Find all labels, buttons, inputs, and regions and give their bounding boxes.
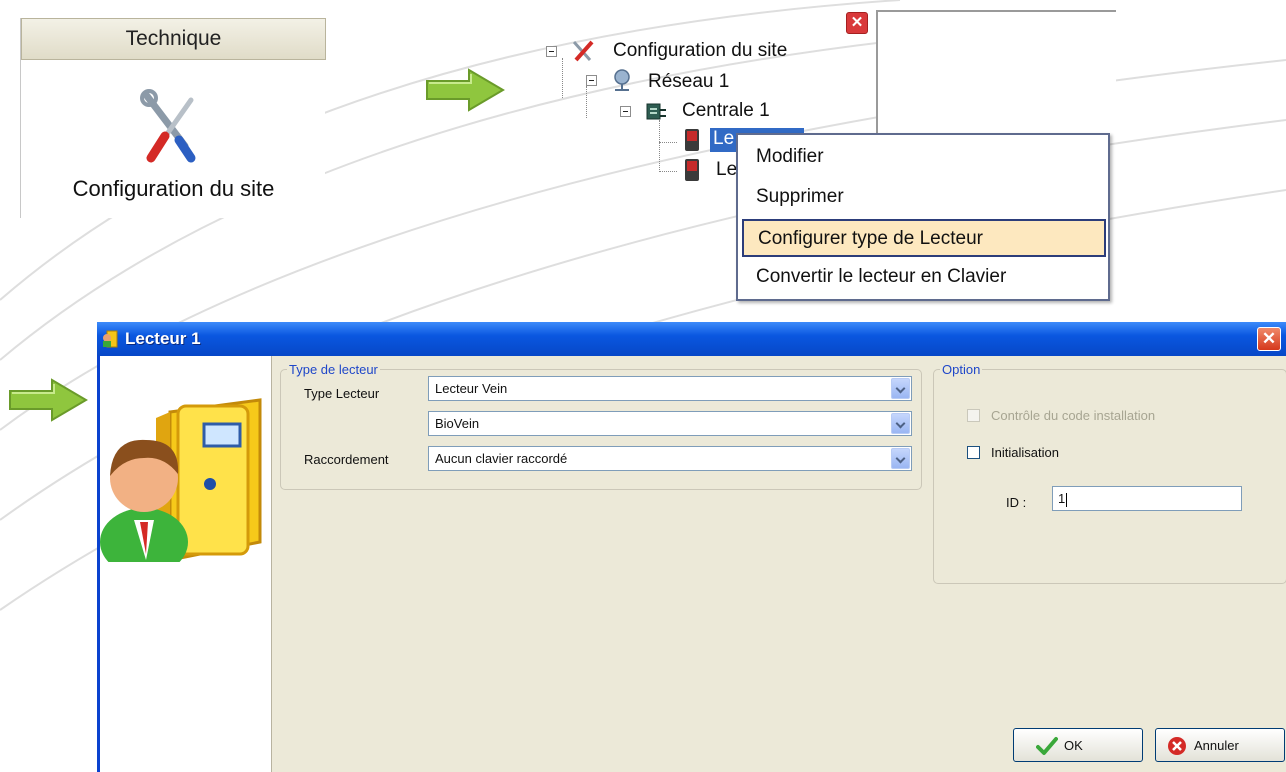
reader-icon	[685, 159, 699, 181]
technique-panel: Technique Configuration du site	[20, 18, 326, 218]
initialisation-label: Initialisation	[991, 445, 1059, 460]
connection-value: Aucun clavier raccordé	[435, 451, 568, 466]
collapse-toggle[interactable]	[546, 46, 557, 57]
network-icon	[614, 69, 630, 91]
dialog-title: Lecteur 1	[125, 329, 201, 348]
dialog-image-strip	[100, 356, 272, 772]
context-menu: Modifier Supprimer Configurer type de Le…	[736, 133, 1110, 301]
connection-select[interactable]: Aucun clavier raccordé	[428, 446, 912, 471]
reader-subtype-select[interactable]: BioVein	[428, 411, 912, 436]
collapse-toggle[interactable]	[586, 75, 597, 86]
reader-type-value: Lecteur Vein	[435, 381, 508, 396]
tree-node-reader[interactable]: Le	[716, 159, 737, 181]
reader-type-select[interactable]: Lecteur Vein	[428, 376, 912, 401]
tools-icon	[572, 40, 594, 62]
menu-item-modify[interactable]: Modifier	[742, 139, 1106, 177]
ok-button[interactable]: OK	[1013, 728, 1143, 762]
arrow-right-icon	[426, 68, 505, 112]
chevron-down-icon[interactable]	[891, 448, 910, 469]
id-input[interactable]: 1	[1052, 486, 1242, 511]
dialog-titlebar[interactable]: Lecteur 1 ✕	[97, 322, 1286, 356]
tree-line	[659, 171, 677, 172]
collapse-toggle[interactable]	[620, 106, 631, 117]
checkmark-icon	[1036, 737, 1058, 755]
tools-icon[interactable]	[139, 88, 199, 166]
option-legend: Option	[942, 362, 981, 377]
close-icon[interactable]: ✕	[1257, 327, 1281, 351]
install-code-checkbox[interactable]	[967, 409, 980, 422]
arrow-right-icon	[9, 378, 88, 422]
menu-item-configure-reader-type[interactable]: Configurer type de Lecteur	[742, 219, 1106, 257]
user-door-icon	[100, 398, 262, 562]
install-code-label: Contrôle du code installation	[991, 408, 1156, 423]
chevron-down-icon[interactable]	[891, 413, 910, 434]
chevron-down-icon[interactable]	[891, 378, 910, 399]
id-label: ID :	[1006, 495, 1027, 510]
tree-line	[562, 58, 563, 98]
technique-header[interactable]: Technique	[21, 18, 326, 60]
door-icon	[103, 330, 118, 348]
side-panel	[876, 10, 1116, 140]
ok-label: OK	[1064, 738, 1083, 753]
reader-icon	[685, 129, 699, 151]
controller-icon	[646, 103, 666, 120]
tree-node-central[interactable]: Centrale 1	[682, 100, 770, 122]
reader-dialog: Lecteur 1 ✕ Type de lecteur Type Lecteur…	[97, 322, 1286, 772]
tree-line	[586, 86, 587, 118]
reader-type-legend: Type de lecteur	[289, 362, 378, 377]
menu-item-convert-to-keypad[interactable]: Convertir le lecteur en Clavier	[742, 259, 1106, 297]
option-group: Option	[933, 362, 1286, 584]
id-value: 1	[1058, 491, 1066, 506]
tree-node-network[interactable]: Réseau 1	[648, 71, 729, 93]
initialisation-checkbox[interactable]	[967, 446, 980, 459]
cancel-button[interactable]: Annuler	[1155, 728, 1285, 762]
tree-line	[659, 142, 677, 143]
cancel-label: Annuler	[1194, 738, 1239, 753]
reader-subtype-value: BioVein	[435, 416, 480, 431]
text-caret	[1066, 492, 1068, 507]
tree-node-site-configuration[interactable]: Configuration du site	[613, 40, 787, 62]
cancel-icon	[1168, 737, 1186, 755]
site-configuration-label[interactable]: Configuration du site	[21, 176, 326, 202]
tree-line	[659, 120, 660, 172]
reader-type-label: Type Lecteur	[304, 386, 380, 401]
connection-label: Raccordement	[304, 452, 389, 467]
menu-item-delete[interactable]: Supprimer	[742, 179, 1106, 217]
